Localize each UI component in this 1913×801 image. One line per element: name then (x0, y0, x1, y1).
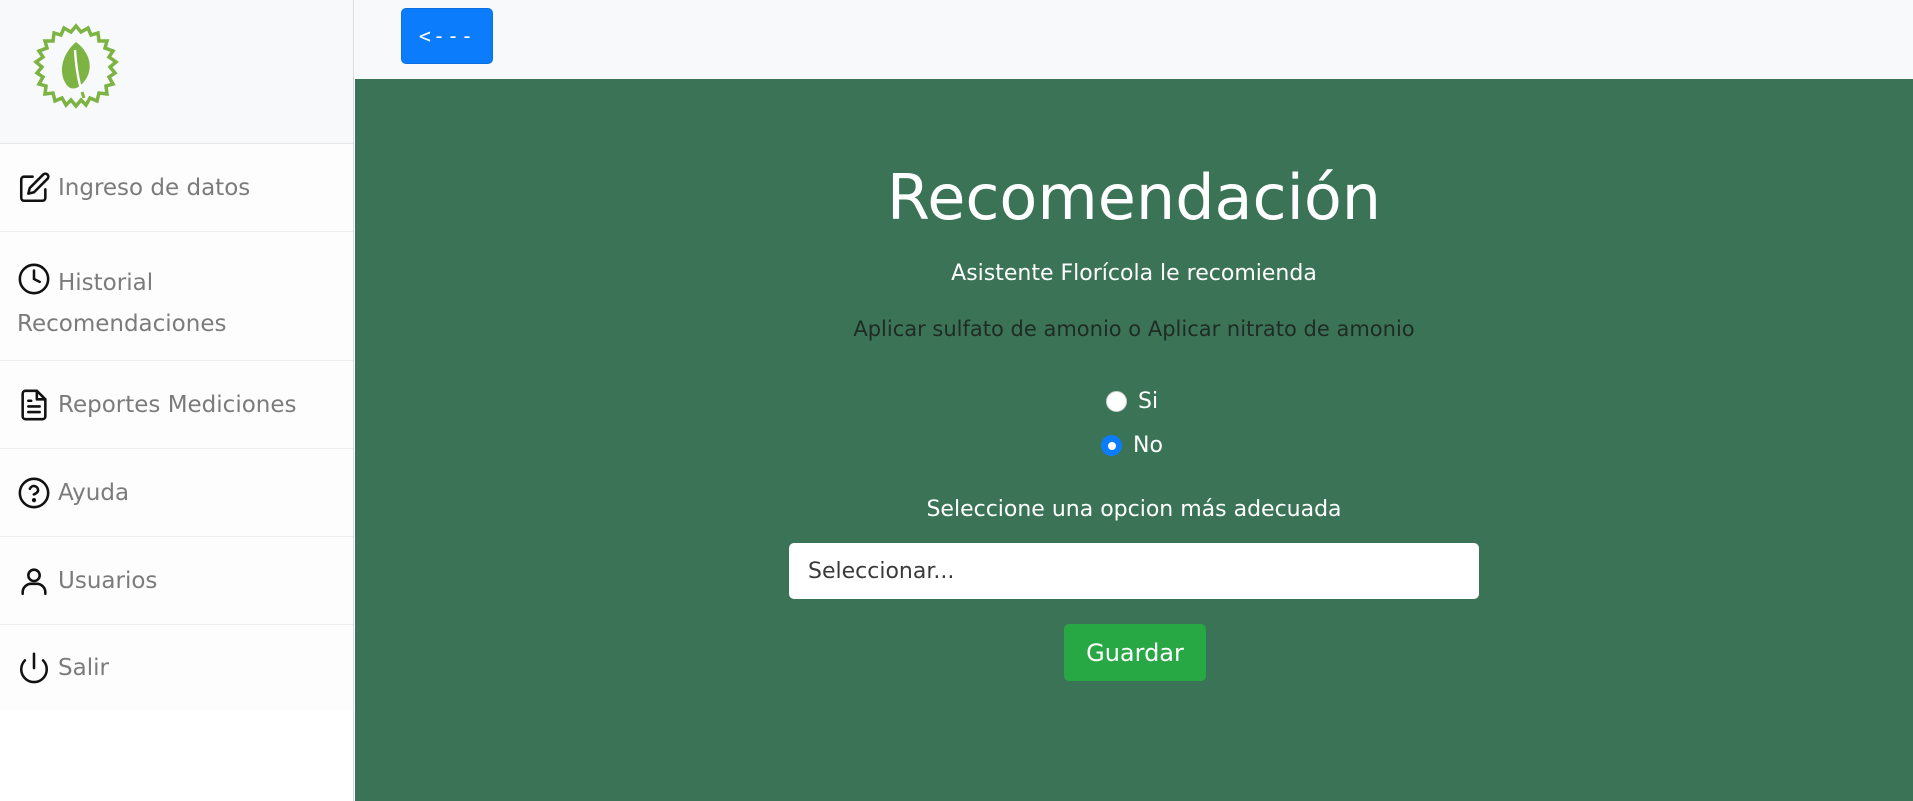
radio-option-si[interactable]: Si (1106, 389, 1158, 414)
sidebar-item-usuarios[interactable]: Usuarios (0, 537, 353, 625)
select-label: Seleccione una opcion más adecuada (926, 497, 1342, 522)
radio-label-si: Si (1138, 389, 1159, 414)
edit-icon (17, 171, 51, 205)
user-icon (17, 564, 51, 598)
save-button[interactable]: Guardar (1064, 624, 1206, 681)
radio-si[interactable] (1106, 391, 1127, 412)
recommendation-text: Aplicar sulfato de amonio o Aplicar nitr… (853, 317, 1415, 341)
option-select[interactable]: Seleccionar... (789, 543, 1479, 599)
sidebar-item-reportes[interactable]: Reportes Mediciones (0, 361, 353, 449)
leaf-gear-logo (33, 23, 119, 109)
radio-option-no[interactable]: No (1101, 433, 1163, 458)
sidebar-item-label: Ayuda (58, 479, 130, 506)
logo-area (0, 0, 353, 144)
main-panel: Recomendación Asistente Florícola le rec… (355, 79, 1913, 801)
page-title: Recomendación (886, 161, 1382, 234)
radio-no[interactable] (1101, 435, 1122, 456)
sidebar-item-label: Usuarios (58, 567, 158, 594)
sidebar-item-historial[interactable]: Historial Recomendaciones (0, 232, 353, 361)
topbar: <--- (355, 0, 1913, 79)
sidebar-item-ingreso-datos[interactable]: Ingreso de datos (0, 144, 353, 232)
help-icon (17, 476, 51, 510)
sidebar-item-label: Ingreso de datos (58, 174, 251, 201)
sidebar: Ingreso de datos Historial Recomendacion… (0, 0, 354, 801)
sidebar-item-label: Reportes Mediciones (58, 391, 297, 418)
power-icon (17, 651, 51, 685)
sidebar-item-label: Salir (58, 655, 109, 681)
back-button[interactable]: <--- (401, 8, 493, 64)
sidebar-item-ayuda[interactable]: Ayuda (0, 449, 353, 537)
select-value: Seleccionar... (808, 558, 955, 584)
clock-icon (17, 262, 51, 296)
document-icon (17, 388, 51, 422)
page-subtitle: Asistente Florícola le recomienda (951, 261, 1317, 286)
sidebar-item-salir[interactable]: Salir (0, 625, 353, 711)
radio-label-no: No (1133, 433, 1163, 458)
